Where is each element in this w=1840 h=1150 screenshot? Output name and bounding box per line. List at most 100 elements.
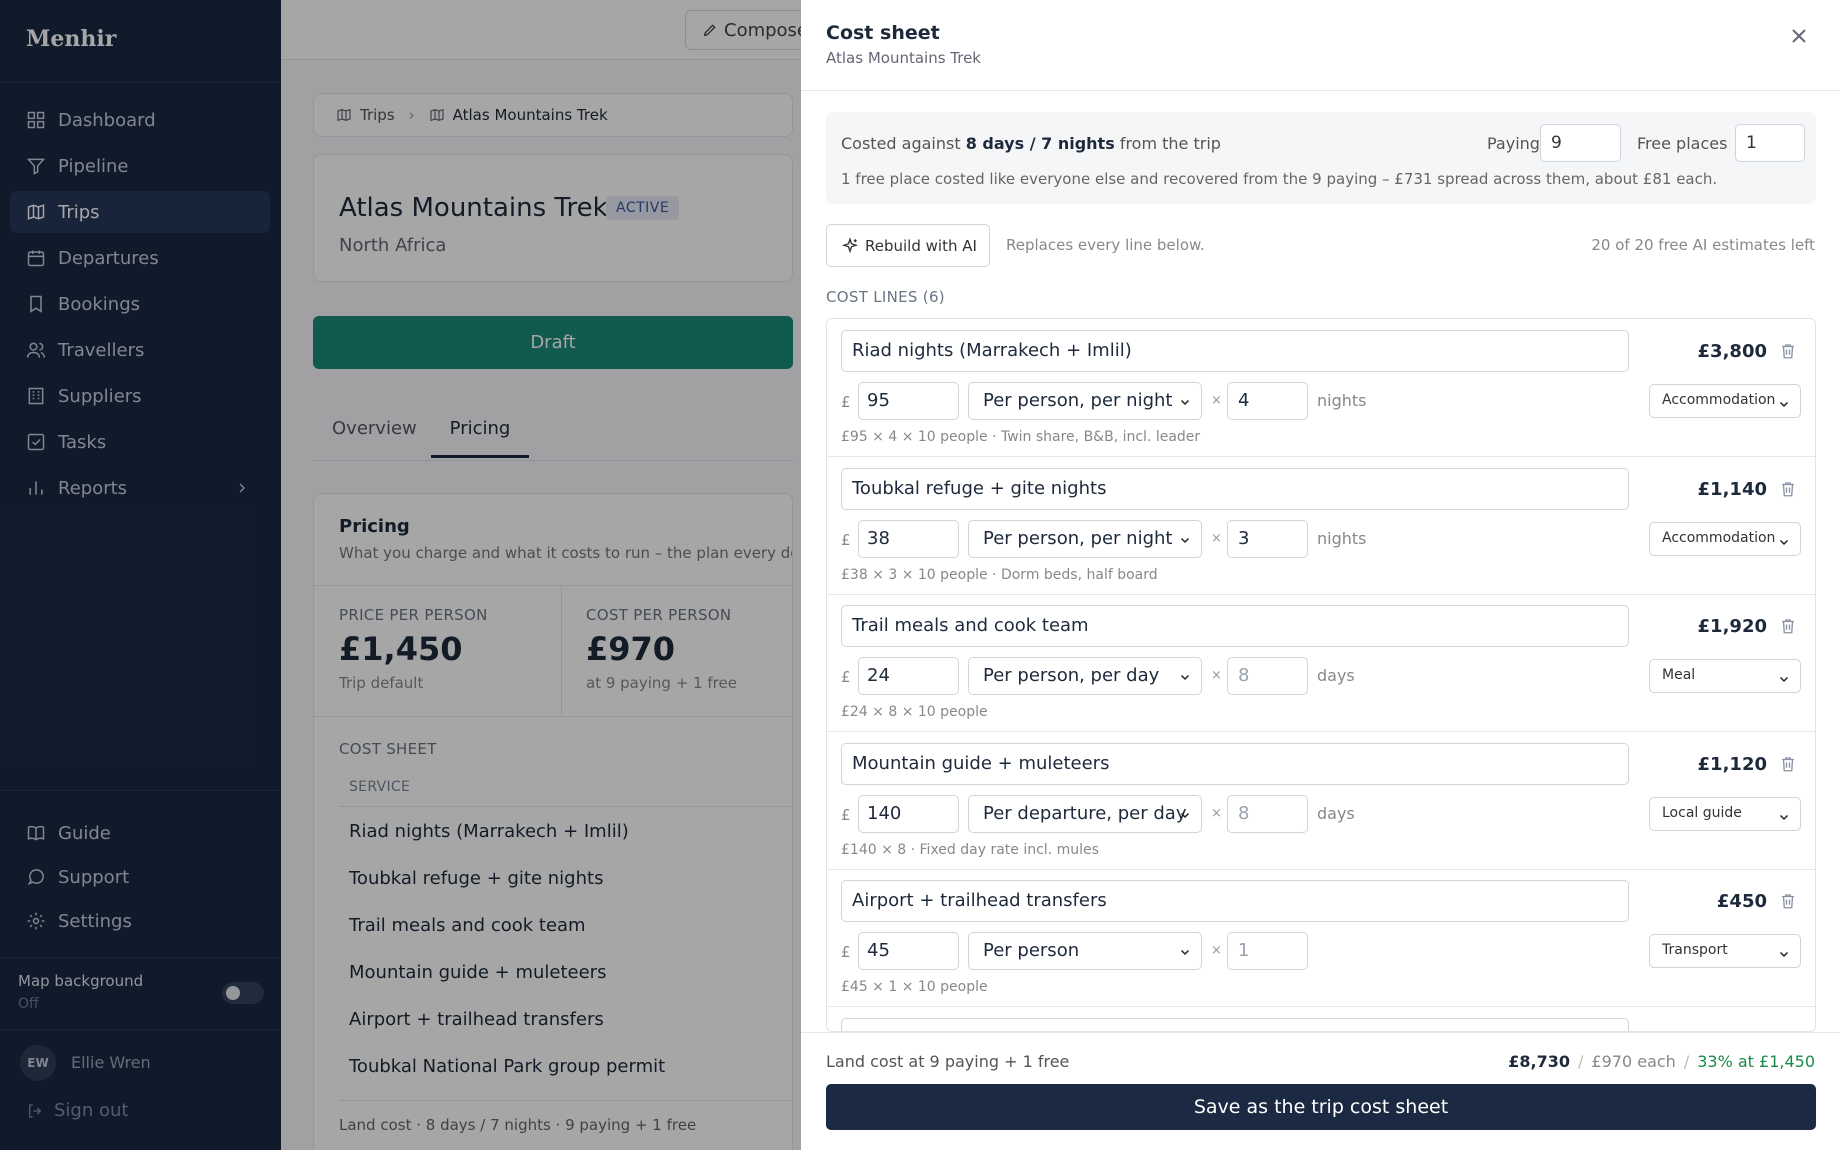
chevron-down-icon (1779, 676, 1789, 683)
chevron-down-icon (1779, 539, 1789, 546)
line-total: £1,920 (1697, 616, 1767, 637)
line-category-select[interactable]: Transport (1649, 934, 1801, 968)
line-category-select[interactable]: Local guide (1649, 797, 1801, 831)
line-category-select[interactable]: Accommodation (1649, 522, 1801, 556)
line-category-value: Accommodation (1662, 392, 1776, 408)
chevron-down-icon (1779, 814, 1789, 821)
ai-estimates-left: 20 of 20 free AI estimates left (1591, 236, 1815, 254)
cost-sheet-panel: Cost sheet Atlas Mountains Trek Costed a… (801, 0, 1840, 1150)
currency-symbol: £ (841, 943, 851, 961)
trash-icon[interactable] (1779, 891, 1797, 911)
rebuild-label: Rebuild with AI (865, 236, 977, 255)
line-name-input[interactable]: Toubkal refuge + gite nights (841, 468, 1629, 510)
line-qty-input[interactable]: 1 (1227, 932, 1308, 970)
cost-line (827, 1007, 1815, 1031)
line-qty-input[interactable]: 8 (1227, 795, 1308, 833)
cost-lines-list: Riad nights (Marrakech + Imlil) £3,800 £… (826, 318, 1816, 1032)
line-unit-select[interactable]: Per person, per day (968, 657, 1202, 695)
line-qty-unit: days (1317, 804, 1355, 823)
line-category-value: Transport (1662, 942, 1728, 958)
modal-backdrop[interactable] (0, 0, 801, 1150)
costed-duration: 8 days / 7 nights (965, 134, 1115, 153)
costed-prefix: Costed against (841, 134, 961, 153)
line-category-value: Accommodation (1662, 530, 1776, 546)
cost-line: Riad nights (Marrakech + Imlil) £3,800 £… (827, 319, 1815, 457)
line-rate-input[interactable]: 140 (858, 795, 959, 833)
trash-icon[interactable] (1779, 754, 1797, 774)
line-category-value: Meal (1662, 667, 1696, 683)
line-category-select[interactable]: Accommodation (1649, 384, 1801, 418)
multiply-sign: × (1211, 668, 1222, 683)
line-name-input[interactable]: Riad nights (Marrakech + Imlil) (841, 330, 1629, 372)
chevron-down-icon (1180, 537, 1190, 544)
cost-line: Mountain guide + muleteers £1,120 £ 140 … (827, 732, 1815, 870)
line-formula: £140 × 8 · Fixed day rate incl. mules (841, 842, 1099, 858)
trash-icon[interactable] (1779, 341, 1797, 361)
close-icon[interactable] (1787, 24, 1811, 48)
sparkle-icon (841, 236, 859, 253)
cost-line: Airport + trailhead transfers £450 £ 45 … (827, 869, 1815, 1007)
line-unit-select[interactable]: Per person, per night (968, 520, 1202, 558)
line-category-select[interactable]: Meal (1649, 659, 1801, 693)
multiply-sign: × (1211, 806, 1222, 821)
costed-suffix: from the trip (1119, 134, 1221, 153)
land-cost-summary: £8,730/£970 each/33% at £1,450 (1508, 1052, 1815, 1071)
chevron-down-icon (1779, 951, 1789, 958)
line-unit-select[interactable]: Per departure, per day (968, 795, 1202, 833)
trash-icon[interactable] (1779, 479, 1797, 499)
panel-title: Cost sheet (826, 22, 940, 44)
line-formula: £38 × 3 × 10 people · Dorm beds, half bo… (841, 567, 1158, 583)
chevron-down-icon (1180, 399, 1190, 406)
line-unit-value: Per person, per night (983, 390, 1173, 411)
multiply-sign: × (1211, 531, 1222, 546)
free-place-note: 1 free place costed like everyone else a… (841, 170, 1718, 188)
divider (801, 90, 1840, 91)
line-rate-input[interactable]: 38 (858, 520, 959, 558)
line-unit-value: Per person (983, 940, 1080, 961)
line-total: £1,120 (1697, 754, 1767, 775)
costing-info-box: Costed against 8 days / 7 nights from th… (826, 112, 1816, 204)
line-unit-value: Per person, per night (983, 528, 1173, 549)
line-total: £3,800 (1697, 341, 1767, 362)
line-qty-input[interactable]: 3 (1227, 520, 1308, 558)
line-qty-unit: days (1317, 666, 1355, 685)
land-cost-each: £970 each (1591, 1052, 1676, 1071)
line-name-input[interactable]: Mountain guide + muleteers (841, 743, 1629, 785)
divider (801, 1032, 1840, 1033)
line-formula: £45 × 1 × 10 people (841, 979, 988, 995)
line-unit-select[interactable]: Per person, per night (968, 382, 1202, 420)
line-name-input[interactable] (841, 1018, 1629, 1031)
line-name-input[interactable]: Airport + trailhead transfers (841, 880, 1629, 922)
line-unit-value: Per departure, per day (983, 803, 1187, 824)
line-total: £1,140 (1697, 479, 1767, 500)
free-places-input[interactable]: 1 (1735, 124, 1805, 162)
line-formula: £95 × 4 × 10 people · Twin share, B&B, i… (841, 429, 1201, 445)
line-qty-unit: nights (1317, 391, 1367, 410)
cost-line: Toubkal refuge + gite nights £1,140 £ 38… (827, 457, 1815, 595)
panel-subtitle: Atlas Mountains Trek (826, 49, 981, 67)
line-unit-select[interactable]: Per person (968, 932, 1202, 970)
rebuild-with-ai-button[interactable]: Rebuild with AI (826, 224, 990, 267)
line-rate-input[interactable]: 24 (858, 657, 959, 695)
line-rate-input[interactable]: 95 (858, 382, 959, 420)
currency-symbol: £ (841, 668, 851, 686)
save-cost-sheet-button[interactable]: Save as the trip cost sheet (826, 1084, 1816, 1130)
multiply-sign: × (1211, 393, 1222, 408)
line-qty-input[interactable]: 8 (1227, 657, 1308, 695)
trash-icon[interactable] (1779, 616, 1797, 636)
line-name-input[interactable]: Trail meals and cook team (841, 605, 1629, 647)
paying-label: Paying (1487, 134, 1540, 153)
line-qty-input[interactable]: 4 (1227, 382, 1308, 420)
line-total: £450 (1716, 891, 1767, 912)
line-formula: £24 × 8 × 10 people (841, 704, 988, 720)
margin-value: 33% at £1,450 (1697, 1052, 1815, 1071)
currency-symbol: £ (841, 531, 851, 549)
line-rate-input[interactable]: 45 (858, 932, 959, 970)
cost-lines-label: COST LINES (6) (826, 288, 945, 306)
chevron-down-icon (1180, 812, 1190, 819)
paying-input[interactable]: 9 (1540, 124, 1621, 162)
costed-against-text: Costed against 8 days / 7 nights from th… (841, 134, 1221, 153)
free-places-label: Free places (1637, 134, 1728, 153)
line-qty-unit: nights (1317, 529, 1367, 548)
multiply-sign: × (1211, 943, 1222, 958)
